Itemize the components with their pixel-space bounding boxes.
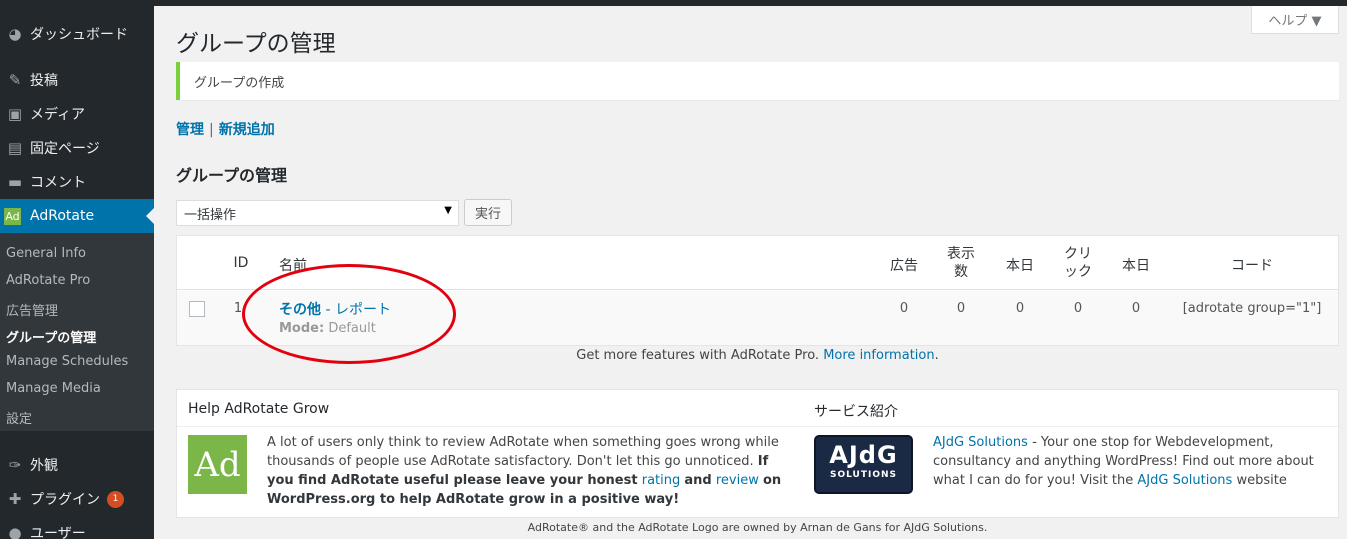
help-grow-title: Help AdRotate Grow: [188, 401, 330, 417]
header-clicks: クリック: [1064, 246, 1092, 280]
manage-link[interactable]: 管理: [176, 122, 204, 138]
add-new-link[interactable]: 新規追加: [219, 122, 275, 138]
services-text: AJdG Solutions - Your one stop for Webde…: [933, 435, 1314, 488]
menu-plugins[interactable]: ✚ プラグイン 1: [0, 482, 154, 516]
ajdg-solutions-link[interactable]: AJdG Solutions: [933, 435, 1028, 450]
menu-users[interactable]: ● ユーザー: [0, 516, 154, 539]
user-icon: ●: [8, 524, 22, 539]
services-title: サービス紹介: [814, 404, 898, 420]
page-title: グループの管理: [176, 31, 336, 57]
pro-promo: Get more features with AdRotate Pro. Mor…: [576, 348, 939, 363]
menu-label: メディア: [30, 107, 86, 123]
header-ads: 広告: [890, 258, 918, 274]
bulk-action-value: 一括操作: [184, 207, 237, 223]
menu-label: ダッシュボード: [30, 27, 128, 43]
cell-today-clicks: 0: [1131, 301, 1141, 316]
cell-ads: 0: [899, 301, 909, 316]
admin-bar: [0, 0, 1347, 6]
plugin-icon: ✚: [8, 490, 22, 508]
header-impressions: 表示数: [947, 246, 975, 280]
submenu-manage-schedules[interactable]: Manage Schedules: [6, 354, 128, 369]
notice-message: グループの作成: [176, 62, 1339, 100]
menu-posts[interactable]: ✎ 投稿: [0, 63, 154, 97]
cell-code: [adrotate group="1"]: [1182, 301, 1322, 316]
submenu-manage-media[interactable]: Manage Media: [6, 381, 101, 396]
menu-label: 固定ページ: [30, 141, 100, 157]
header-today-impressions: 本日: [1006, 258, 1034, 274]
page-icon: ▤: [7, 139, 23, 157]
comment-icon: ▬: [7, 173, 23, 191]
update-count-badge: 1: [107, 490, 124, 508]
menu-pages[interactable]: ▤ 固定ページ: [0, 131, 154, 165]
ajdg-solutions-link-2[interactable]: AJdG Solutions: [1137, 473, 1232, 488]
menu-label: 投稿: [30, 73, 58, 89]
pin-icon: ✎: [8, 71, 22, 89]
menu-media[interactable]: ▣ メディア: [0, 97, 154, 131]
cell-today-impressions: 0: [1015, 301, 1025, 316]
apply-button[interactable]: 実行: [464, 199, 512, 226]
review-link[interactable]: review: [716, 473, 759, 488]
bulk-action-select[interactable]: 一括操作 ▼: [176, 200, 459, 226]
help-grow-text: A lot of users only think to review AdRo…: [267, 435, 782, 507]
menu-comments[interactable]: ▬ コメント: [0, 165, 154, 199]
header-code: コード: [1231, 258, 1273, 274]
admin-sidebar: ◕ ダッシュボード ✎ 投稿 ▣ メディア ▤ 固定ページ ▬ コメント Ad …: [0, 6, 154, 539]
ajdg-solutions-logo[interactable]: AJdG SOLUTIONS: [814, 435, 913, 494]
help-tab-button[interactable]: ヘルプ ▼: [1251, 6, 1339, 34]
submenu-adrotate-pro[interactable]: AdRotate Pro: [6, 273, 90, 288]
menu-dashboard[interactable]: ◕ ダッシュボード: [0, 17, 154, 51]
section-title: グループの管理: [176, 166, 288, 185]
cell-clicks: 0: [1073, 301, 1083, 316]
panel-header: Help AdRotate Grow サービス紹介: [177, 390, 1338, 427]
promo-text: Get more features with AdRotate Pro.: [576, 348, 820, 363]
adrotate-submenu: General Info AdRotate Pro 広告管理 グループの管理 M…: [0, 233, 154, 431]
active-arrow: [146, 208, 154, 224]
menu-label: 外観: [30, 458, 58, 474]
dropdown-arrow-icon: ▼: [444, 205, 452, 216]
cell-impressions: 0: [956, 301, 966, 316]
subnav-separator: |: [209, 122, 214, 138]
menu-label: ユーザー: [30, 526, 86, 539]
row-checkbox[interactable]: [189, 301, 205, 317]
media-icon: ▣: [7, 105, 23, 123]
sub-navigation: 管理 | 新規追加: [176, 119, 275, 139]
footer-text: AdRotate® and the AdRotate Logo are owne…: [527, 521, 988, 534]
menu-appearance[interactable]: ✑ 外観: [0, 448, 154, 482]
menu-label: AdRotate: [30, 208, 95, 224]
header-id[interactable]: ID: [231, 255, 251, 271]
info-panel: Help AdRotate Grow サービス紹介 Ad A lot of us…: [176, 389, 1339, 518]
submenu-settings[interactable]: 設定: [6, 408, 32, 427]
submenu-general-info[interactable]: General Info: [6, 246, 86, 261]
dashboard-icon: ◕: [8, 25, 22, 43]
adrotate-icon: Ad: [4, 207, 21, 225]
more-information-link[interactable]: More information: [823, 348, 934, 363]
rating-link[interactable]: rating: [642, 473, 681, 488]
menu-label: プラグイン: [30, 492, 100, 508]
submenu-group-management[interactable]: グループの管理: [6, 327, 96, 346]
header-today-clicks: 本日: [1122, 258, 1150, 274]
menu-label: コメント: [30, 175, 86, 191]
appearance-icon: ✑: [8, 456, 22, 474]
notice-text: グループの作成: [194, 75, 285, 91]
menu-adrotate[interactable]: Ad AdRotate: [0, 199, 154, 233]
adrotate-logo: Ad: [188, 435, 247, 494]
submenu-ad-management[interactable]: 広告管理: [6, 300, 58, 319]
